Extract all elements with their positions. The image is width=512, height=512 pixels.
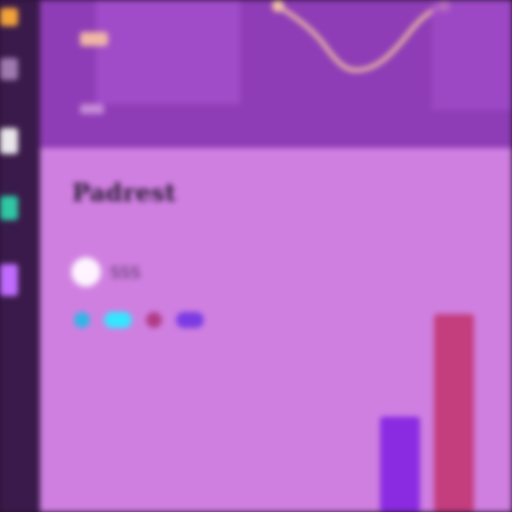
header-mini-label <box>80 104 104 114</box>
sparkline-path <box>276 4 446 73</box>
main-panel: Padrest SSS <box>40 148 512 512</box>
bar-chart <box>380 314 474 512</box>
sidebar-list-icon[interactable] <box>0 58 18 80</box>
sidebar-active-app-icon[interactable] <box>0 264 18 296</box>
bar-mark <box>380 416 420 512</box>
sparkline-point <box>272 0 284 12</box>
sparkline-chart <box>272 0 450 73</box>
header-chip[interactable] <box>80 32 108 46</box>
header-bg-block <box>96 0 240 104</box>
header-right-block <box>432 0 512 110</box>
bar-mark <box>434 314 474 512</box>
sidebar-document-icon[interactable] <box>0 128 18 154</box>
header-panel <box>40 0 512 148</box>
sidebar <box>0 0 40 512</box>
sidebar-folder-icon[interactable] <box>0 8 18 26</box>
sidebar-shield-icon[interactable] <box>0 196 18 220</box>
app-window: Padrest SSS <box>0 0 512 512</box>
